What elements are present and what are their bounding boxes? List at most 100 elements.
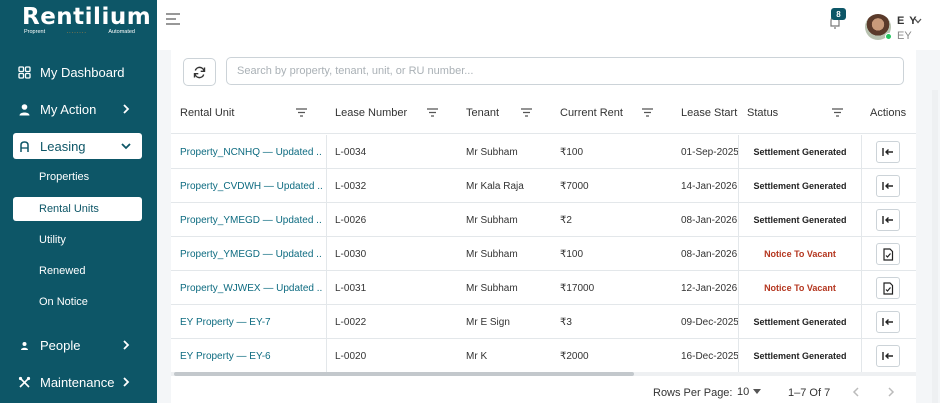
rows-per-page-select[interactable]: 10 [737,386,762,398]
caret-down-icon [753,389,762,394]
status-badge: Notice To Vacant [764,249,836,259]
sidebar-item-label: My Dashboard [40,64,125,80]
move-out-button[interactable] [876,175,900,197]
lease-start-cell: 08-Jan-2026 [681,214,738,226]
sidebar-item-people[interactable]: People [13,332,142,358]
lease-number-cell: L-0020 [335,350,367,362]
table-row: Property_YMEGD — Updated ... L-0026 Mr Sub… [171,203,916,237]
filter-icon[interactable] [642,108,653,117]
online-status-dot [885,33,892,40]
search-input[interactable] [226,57,904,85]
sidebar-item-maintenance[interactable]: Maintenance [13,369,142,395]
move-out-button[interactable] [876,311,900,333]
column-divider [326,135,327,168]
lease-number-cell: L-0034 [335,146,367,158]
brand-tag-left: Proprent [24,29,46,35]
filter-icon[interactable] [427,108,438,117]
vertical-scrollbar[interactable] [932,90,938,403]
prev-page-icon[interactable] [850,386,862,398]
move-out-button[interactable] [876,141,900,163]
lease-start-cell: 09-Dec-2025 [681,316,739,328]
sidebar-sub-utility[interactable]: Utility [13,228,142,252]
enter-icon [882,146,894,158]
rental-unit-link[interactable]: Property_YMEGD — Updated ... [180,203,322,237]
horizontal-scrollbar-thumb[interactable] [174,372,634,376]
filter-icon[interactable] [296,108,307,117]
lease-start-cell: 01-Sep-2025 [681,146,739,158]
move-out-button[interactable] [876,209,900,231]
chevron-down-icon[interactable] [913,16,923,26]
sidebar-item-my-dashboard[interactable]: My Dashboard [13,59,142,85]
document-check-icon [882,281,894,295]
lease-start-cell: 12-Jan-2026 [681,282,738,294]
lease-start-cell: 14-Jan-2026 [681,180,738,192]
column-divider [861,339,862,372]
sidebar-item-label: My Action [40,101,97,117]
current-rent-cell: ₹2 [560,214,572,226]
brand-tag-right: Automated [108,29,135,35]
lease-number-cell: L-0030 [335,248,367,260]
current-rent-cell: ₹17000 [560,282,595,294]
column-divider [861,203,862,236]
sidebar-item-label: People [40,337,81,353]
tenant-cell: Mr Subham [466,214,518,226]
filter-icon[interactable] [521,108,532,117]
document-check-icon [882,247,894,261]
status-badge: Notice To Vacant [764,283,836,293]
column-header-lease-number: Lease Number [335,107,408,119]
tenant-cell: Mr Subham [466,248,518,260]
rental-unit-link[interactable]: EY Property — EY-7 [180,305,322,339]
sidebar-item-my-action[interactable]: My Action [13,96,142,122]
rental-unit-link[interactable]: Property_WJWEX — Updated ... [180,271,322,305]
brand-logo[interactable]: Rentilium Proprent ........ Automated [22,4,151,35]
sidebar-item-label: Maintenance [40,374,115,390]
sidebar-sub-on-notice[interactable]: On Notice [13,290,142,314]
rows-per-page-label: Rows Per Page: [653,387,733,399]
status-badge: Settlement Generated [753,181,847,191]
sidebar-sub-rental-units[interactable]: Rental Units [13,197,142,221]
chevron-right-icon [123,340,130,350]
lease-number-cell: L-0031 [335,282,367,294]
refresh-icon [193,66,206,78]
filter-icon[interactable] [832,108,843,117]
column-header-actions: Actions [870,107,907,119]
rental-unit-link[interactable]: EY Property — EY-6 [180,339,322,373]
lease-number-cell: L-0022 [335,316,367,328]
current-rent-cell: ₹3 [560,316,572,328]
sidebar-sub-properties[interactable]: Properties [13,165,142,189]
rental-unit-link[interactable]: Property_CVDWH — Updated ... [180,169,322,203]
current-rent-cell: ₹100 [560,146,584,158]
enter-icon [882,316,894,328]
rental-unit-link[interactable]: Property_NCNHQ — Updated ... [180,135,322,169]
column-header-current-rent: Current Rent [560,107,623,119]
tenant-cell: Mr Kala Raja [466,180,524,192]
enter-icon [882,180,894,192]
sidebar-item-leasing[interactable]: Leasing [13,133,142,159]
column-divider [326,237,327,270]
move-out-button[interactable] [876,345,900,367]
chevron-right-icon [123,377,130,387]
column-divider [861,169,862,202]
top-header: 8 E Y EY [157,0,940,50]
tenant-cell: Mr Subham [466,282,518,294]
status-badge: Settlement Generated [753,147,847,157]
refresh-button[interactable] [183,58,216,86]
leasing-icon [17,139,31,153]
column-divider [861,305,862,338]
grid-icon [17,65,31,79]
current-rent-cell: ₹2000 [560,350,589,362]
rental-unit-link[interactable]: Property_YMEGD — Updated ... [180,237,322,271]
column-divider [861,135,862,168]
rows-per-page-value: 10 [737,386,750,398]
current-rent-cell: ₹7000 [560,180,589,192]
next-page-icon[interactable] [885,386,897,398]
sidebar-sub-renewed[interactable]: Renewed [13,259,142,283]
column-header-lease-start: Lease Start [681,107,738,119]
view-document-button[interactable] [876,277,900,299]
table-row: Property_NCNHQ — Updated ... L-0034 Mr Sub… [171,135,916,169]
enter-icon [882,350,894,362]
view-document-button[interactable] [876,243,900,265]
menu-icon[interactable] [166,13,180,25]
tenant-cell: Mr E Sign [466,316,510,328]
table-header-row: Rental Unit Lease Number Tenant Current … [171,92,916,134]
